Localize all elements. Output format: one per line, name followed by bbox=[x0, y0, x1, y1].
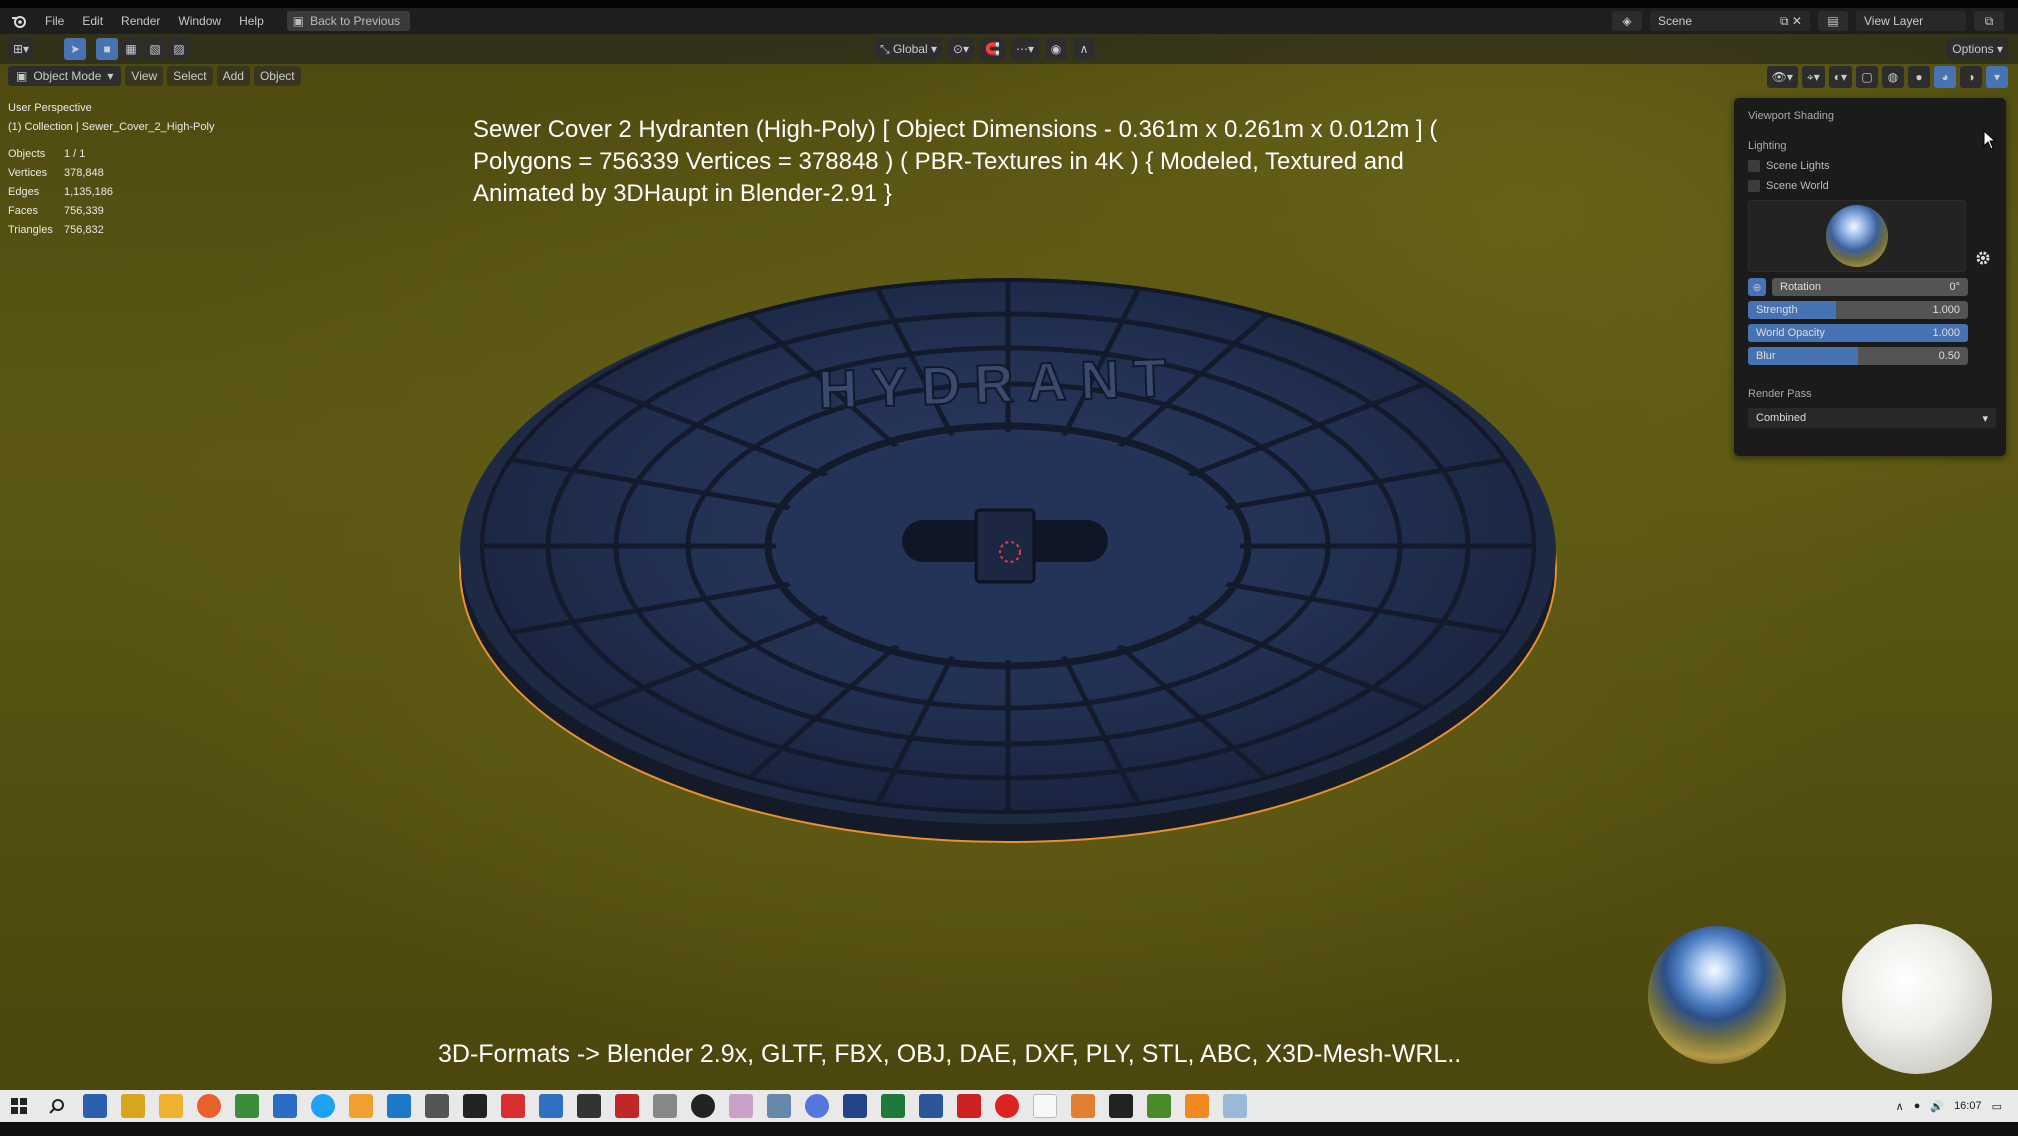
notepad-icon[interactable] bbox=[235, 1094, 259, 1118]
blur-label: Blur bbox=[1756, 350, 1776, 362]
scene-world-label: Scene World bbox=[1766, 180, 1829, 192]
taskbar-app-icon[interactable] bbox=[425, 1094, 449, 1118]
viewport-shading-popover: Viewport Shading Lighting Scene Lights S… bbox=[1734, 98, 2006, 456]
excel-icon[interactable] bbox=[881, 1094, 905, 1118]
hdri-reflection-sphere bbox=[1648, 926, 1786, 1064]
world-space-lighting-toggle-icon[interactable]: ⊕ bbox=[1748, 278, 1766, 296]
gear-icon[interactable] bbox=[1975, 250, 1991, 271]
view-layer-field[interactable]: View Layer bbox=[1856, 11, 1966, 31]
popover-title: Viewport Shading bbox=[1748, 110, 1835, 122]
taskbar-app-icon[interactable] bbox=[957, 1094, 981, 1118]
scene-lights-label: Scene Lights bbox=[1766, 160, 1830, 172]
scene-actions-icon: ⧉ ✕ bbox=[1780, 13, 1802, 28]
taskbar-app-icon[interactable] bbox=[1147, 1094, 1171, 1118]
world-opacity-value: 1.000 bbox=[1932, 327, 1960, 339]
scene-name: Scene bbox=[1658, 14, 1693, 28]
view-layer-browse-icon[interactable]: ▤ bbox=[1818, 11, 1848, 31]
hdri-preview-selector[interactable] bbox=[1748, 200, 1966, 272]
network-icon[interactable]: ● bbox=[1914, 1100, 1921, 1112]
system-tray: ∧ ● 🔊 16:07 ▭ bbox=[1896, 1100, 2018, 1113]
taskbar-app-icon[interactable] bbox=[653, 1094, 677, 1118]
cover-handle bbox=[974, 508, 1036, 584]
chevron-up-icon[interactable]: ∧ bbox=[1896, 1100, 1904, 1113]
taskbar-app-icon[interactable] bbox=[1223, 1094, 1247, 1118]
notifications-icon[interactable]: ▭ bbox=[1992, 1100, 2002, 1113]
strength-slider[interactable]: Strength 1.000 bbox=[1748, 301, 1968, 319]
3d-viewport[interactable]: ⊞▾ ➤ ■ ▦ ▧ ▨ ⤡ Global ▾ ⊙▾ 🧲 ⋯▾ ◉ ∧ Opti… bbox=[0, 34, 2018, 1090]
windows-start-icon[interactable] bbox=[7, 1094, 31, 1118]
document-icon[interactable] bbox=[1033, 1094, 1057, 1118]
lighting-section-label: Lighting bbox=[1748, 140, 1787, 152]
skype-icon[interactable] bbox=[311, 1094, 335, 1118]
clock-time[interactable]: 16:07 bbox=[1954, 1100, 1982, 1112]
rotation-label: Rotation bbox=[1780, 281, 1821, 293]
blender-logo-icon[interactable] bbox=[10, 12, 28, 30]
taskbar-app-icon[interactable] bbox=[159, 1094, 183, 1118]
terminal-icon[interactable] bbox=[1109, 1094, 1133, 1118]
windows-taskbar: ∧ ● 🔊 16:07 ▭ bbox=[0, 1090, 2018, 1122]
chevron-down-icon: ▾ bbox=[1982, 412, 1988, 425]
menu-file[interactable]: File bbox=[36, 8, 73, 34]
back-to-previous-button[interactable]: ▣ Back to Previous bbox=[286, 11, 411, 31]
view-layer-new-icon[interactable]: ⧉ bbox=[1974, 11, 2004, 31]
strength-label: Strength bbox=[1756, 304, 1798, 316]
strength-value: 1.000 bbox=[1932, 304, 1960, 316]
search-icon[interactable] bbox=[45, 1094, 69, 1118]
hdri-sphere-thumbnail bbox=[1826, 205, 1888, 267]
menu-help[interactable]: Help bbox=[230, 8, 273, 34]
chrome-icon-active[interactable] bbox=[349, 1094, 373, 1118]
taskbar-app-icon[interactable] bbox=[387, 1094, 411, 1118]
checkbox-box bbox=[1748, 160, 1760, 172]
cover-embossed-text: HYDRANT bbox=[817, 348, 1181, 421]
menu-window[interactable]: Window bbox=[169, 8, 230, 34]
menu-render[interactable]: Render bbox=[112, 8, 169, 34]
taskbar-app-icon[interactable] bbox=[729, 1094, 753, 1118]
back-to-previous-label: Back to Previous bbox=[310, 14, 401, 28]
firefox-icon[interactable] bbox=[197, 1094, 221, 1118]
taskbar-app-icon[interactable] bbox=[615, 1094, 639, 1118]
view-layer-name: View Layer bbox=[1864, 14, 1924, 28]
scene-name-field[interactable]: Scene ⧉ ✕ bbox=[1650, 11, 1810, 31]
taskbar-app-icon[interactable] bbox=[273, 1094, 297, 1118]
scene-browse-icon[interactable]: ◈ bbox=[1612, 11, 1642, 31]
unity-icon[interactable] bbox=[463, 1094, 487, 1118]
scene-lights-checkbox[interactable]: Scene Lights bbox=[1748, 160, 1992, 172]
menu-edit[interactable]: Edit bbox=[73, 8, 112, 34]
taskbar-app-icon[interactable] bbox=[805, 1094, 829, 1118]
taskbar-app-icon[interactable] bbox=[1071, 1094, 1095, 1118]
blur-value: 0.50 bbox=[1938, 350, 1960, 362]
world-opacity-label: World Opacity bbox=[1756, 327, 1825, 339]
volume-icon[interactable]: 🔊 bbox=[1930, 1100, 1944, 1113]
taskbar-app-icon[interactable] bbox=[843, 1094, 867, 1118]
taskbar-app-icon[interactable] bbox=[501, 1094, 525, 1118]
scene-world-checkbox[interactable]: Scene World bbox=[1748, 180, 1992, 192]
rotation-value: 0° bbox=[1949, 281, 1960, 293]
mouse-pointer-icon bbox=[1983, 129, 1997, 155]
world-opacity-slider[interactable]: World Opacity 1.000 bbox=[1748, 324, 1968, 342]
diffuse-preview-sphere bbox=[1842, 924, 1992, 1074]
word-icon[interactable] bbox=[919, 1094, 943, 1118]
blur-slider[interactable]: Blur 0.50 bbox=[1748, 347, 1968, 365]
menu-bar: File Edit Render Window Help ▣ Back to P… bbox=[0, 8, 2018, 34]
screen-bottom-border bbox=[0, 1122, 2018, 1136]
taskbar-app-icon[interactable] bbox=[577, 1094, 601, 1118]
formats-overlay: 3D-Formats -> Blender 2.9x, GLTF, FBX, O… bbox=[438, 1040, 1462, 1068]
checkbox-box bbox=[1748, 180, 1760, 192]
taskbar-app-icon[interactable] bbox=[539, 1094, 563, 1118]
render-pass-label: Render Pass bbox=[1748, 388, 1812, 400]
taskbar-app-icon[interactable] bbox=[691, 1094, 715, 1118]
calculator-icon[interactable] bbox=[767, 1094, 791, 1118]
screen-top-border bbox=[0, 0, 2018, 8]
taskbar-app-icon[interactable] bbox=[83, 1094, 107, 1118]
render-pass-dropdown[interactable]: Combined ▾ bbox=[1748, 408, 1996, 428]
file-explorer-icon[interactable] bbox=[121, 1094, 145, 1118]
render-pass-value: Combined bbox=[1756, 412, 1807, 424]
rotation-slider[interactable]: Rotation 0° bbox=[1772, 278, 1968, 296]
fullscreen-icon: ▣ bbox=[292, 14, 305, 28]
opera-icon[interactable] bbox=[995, 1094, 1019, 1118]
blender-taskbar-icon[interactable] bbox=[1185, 1094, 1209, 1118]
